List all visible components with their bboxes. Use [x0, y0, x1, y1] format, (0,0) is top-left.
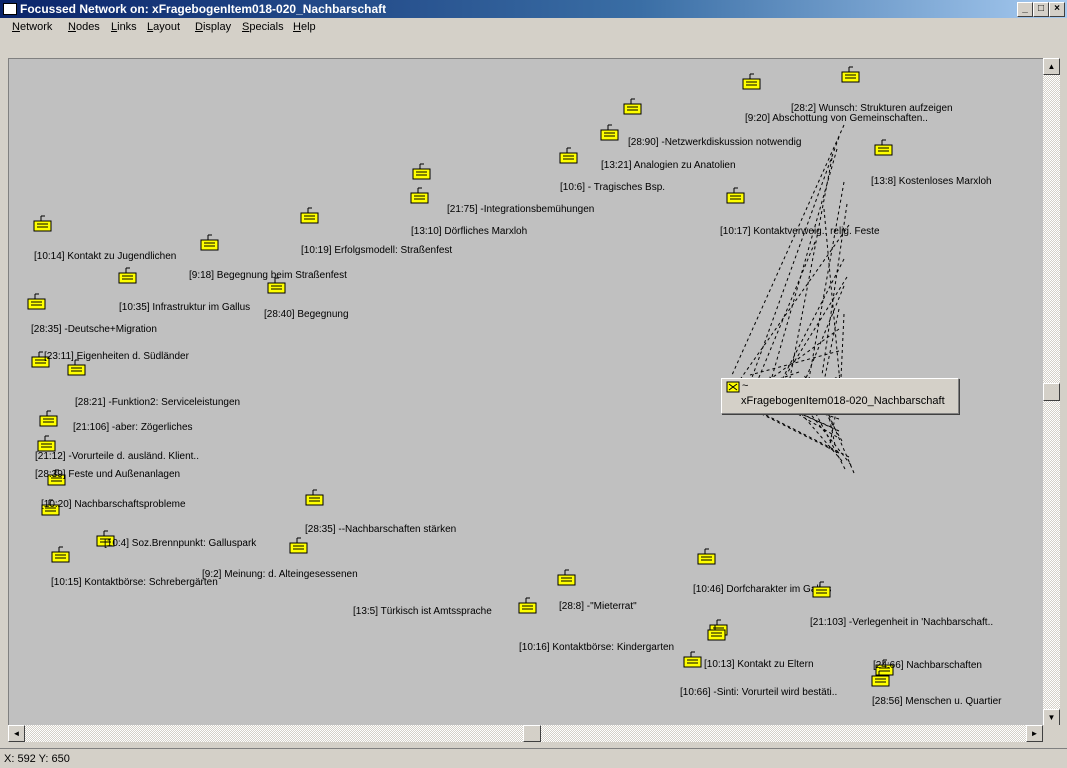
quotation-icon: [600, 124, 619, 141]
quotation-icon: [27, 293, 46, 310]
quotation-icon: [559, 147, 578, 164]
node-label: [28:35] --Nachbarschaften stärken: [305, 524, 457, 535]
node-label: [10:6] - Tragisches Bsp.: [560, 182, 666, 193]
horizontal-scroll-thumb[interactable]: [523, 725, 541, 742]
link-line: [749, 241, 816, 400]
node-label: [10:4] Soz.Brennpunkt: Galluspark: [104, 538, 257, 549]
network-icon: [726, 381, 740, 393]
menu-nodes[interactable]: Nodes: [68, 21, 100, 33]
link-line: [785, 157, 833, 400]
node-label: [10:19] Erfolgsmodell: Straßenfest: [301, 245, 453, 256]
link-line: [803, 285, 845, 384]
quotation-icon: [557, 569, 576, 586]
link-line: [749, 136, 840, 384]
quotation-icon: [118, 267, 137, 284]
horizontal-scrollbar[interactable]: ◄ ►: [8, 725, 1043, 742]
focus-node[interactable]: ~ xFragebogenItem018-020_Nachbarschaft: [721, 378, 959, 414]
scroll-right-button[interactable]: ►: [1026, 725, 1043, 742]
quotation-icon: [300, 207, 319, 224]
close-button[interactable]: ×: [1049, 2, 1065, 17]
node-label: [9:20] Abschottung von Gemeinschaften..: [745, 113, 928, 124]
menu-specials[interactable]: Specials: [242, 21, 284, 33]
title-bar: Focussed Network on: xFragebogenItem018-…: [0, 0, 1067, 18]
cursor-coordinates: X: 592 Y: 650: [4, 753, 70, 765]
node-label: [28:56] Menschen u. Quartier: [872, 696, 1002, 707]
focus-node-prefix: ~: [742, 380, 749, 392]
quotation-icon: [200, 234, 219, 251]
network-canvas[interactable]: [28:2] Wunsch: Strukturen aufzeigen [9:20…: [8, 58, 1044, 726]
node-label: [13:21] Analogien zu Anatolien: [601, 160, 736, 171]
node-label: [28:8] -"Mieterrat": [559, 601, 637, 612]
quotation-icon: [623, 98, 642, 115]
quotation-icon: [874, 139, 893, 156]
node-label: [21:103] -Verlegenheit in 'Nachbarschaft…: [810, 617, 994, 628]
scroll-left-button[interactable]: ◄: [8, 725, 25, 742]
scroll-down-button[interactable]: ▼: [1043, 709, 1060, 726]
node-label: [28:90] -Netzwerkdiskussion notwendig: [628, 137, 802, 148]
node-label: [10:15] Kontaktbörse: Schrebergärten: [51, 577, 218, 588]
quotation-icon: [726, 187, 745, 204]
menu-bar: Network Nodes Links Layout Display Speci…: [0, 18, 1067, 38]
node-label: [9:2] Meinung: d. Alteingesessenen: [202, 569, 358, 580]
node-label: [23:11] Eigenheiten d. Südländer: [44, 351, 189, 362]
node-label: [13:10] Dörfliches Marxloh: [411, 226, 528, 237]
quotation-icon: [67, 359, 86, 376]
node-label: [21:12] -Vorurteile d. ausländ. Klient..: [35, 451, 199, 462]
node-label: [28:39] Feste und Außenanlagen: [35, 469, 181, 480]
node-label: [10:13] Kontakt zu Eltern: [704, 659, 814, 670]
quotation-icon: [841, 66, 860, 83]
quotation-icon: [51, 546, 70, 563]
scroll-up-button[interactable]: ▲: [1043, 58, 1060, 75]
quotation-icon: [812, 581, 831, 598]
menu-display[interactable]: Display: [195, 21, 231, 33]
node-label: [13:5] Türkisch ist Amtssprache: [353, 606, 492, 617]
quotation-icon: [412, 163, 431, 180]
menu-help[interactable]: Help: [293, 21, 316, 33]
quotation-icon: [697, 548, 716, 565]
scroll-corner: [1043, 725, 1060, 742]
node-label: [28:35] -Deutsche+Migration: [31, 324, 157, 335]
menu-layout[interactable]: Layout: [147, 21, 180, 33]
node-label: [28:21] -Funktion2: Serviceleistungen: [75, 397, 241, 408]
focus-node-label: xFragebogenItem018-020_Nachbarschaft: [741, 395, 945, 407]
quotation-icon: [742, 73, 761, 90]
vertical-scroll-thumb[interactable]: [1043, 383, 1060, 401]
node-label: [10:20] Nachbarschaftsprobleme: [41, 499, 186, 510]
node-label: [10:14] Kontakt zu Jugendlichen: [34, 251, 177, 262]
link-line: [731, 224, 850, 392]
window-title: Focussed Network on: xFragebogenItem018-…: [20, 2, 387, 16]
quotation-icon: [289, 537, 308, 554]
maximize-button[interactable]: □: [1033, 2, 1049, 17]
quotation-icon: [518, 597, 537, 614]
app-icon: [3, 3, 17, 15]
quotation-icon: [707, 624, 726, 641]
quotation-icon: [871, 670, 890, 687]
quotation-icon: [39, 410, 58, 427]
vertical-scrollbar[interactable]: ▲ ▼: [1043, 58, 1060, 726]
menu-links[interactable]: Links: [111, 21, 137, 33]
node-label: [10:35] Infrastruktur im Gallus: [119, 302, 251, 313]
node-label: [21:75] -Integrationsbemühungen: [447, 204, 595, 215]
quotation-icon: [33, 215, 52, 232]
status-bar: X: 592 Y: 650: [0, 748, 1067, 768]
quotation-icon: [410, 187, 429, 204]
node-label: [10:46] Dorfcharakter im Gallus: [693, 584, 832, 595]
quotation-icon: [267, 277, 286, 294]
node-label: [10:16] Kontaktbörse: Kindergarten: [519, 642, 675, 653]
minimize-button[interactable]: _: [1017, 2, 1033, 17]
quotation-icon: [305, 489, 324, 506]
menu-network[interactable]: Network: [12, 21, 52, 33]
node-label: [10:17] Kontaktverweig.: relig. Feste: [720, 226, 880, 237]
node-label: [21:106] -aber: Zögerliches: [73, 422, 193, 433]
node-label: [10:66] -Sinti: Vorurteil wird bestäti..: [680, 687, 838, 698]
link-line: [803, 181, 845, 408]
quotation-icon: [683, 651, 702, 668]
node-label: [28:40] Begegnung: [264, 309, 349, 320]
node-label: [13:8] Kostenloses Marxloh: [871, 176, 992, 187]
